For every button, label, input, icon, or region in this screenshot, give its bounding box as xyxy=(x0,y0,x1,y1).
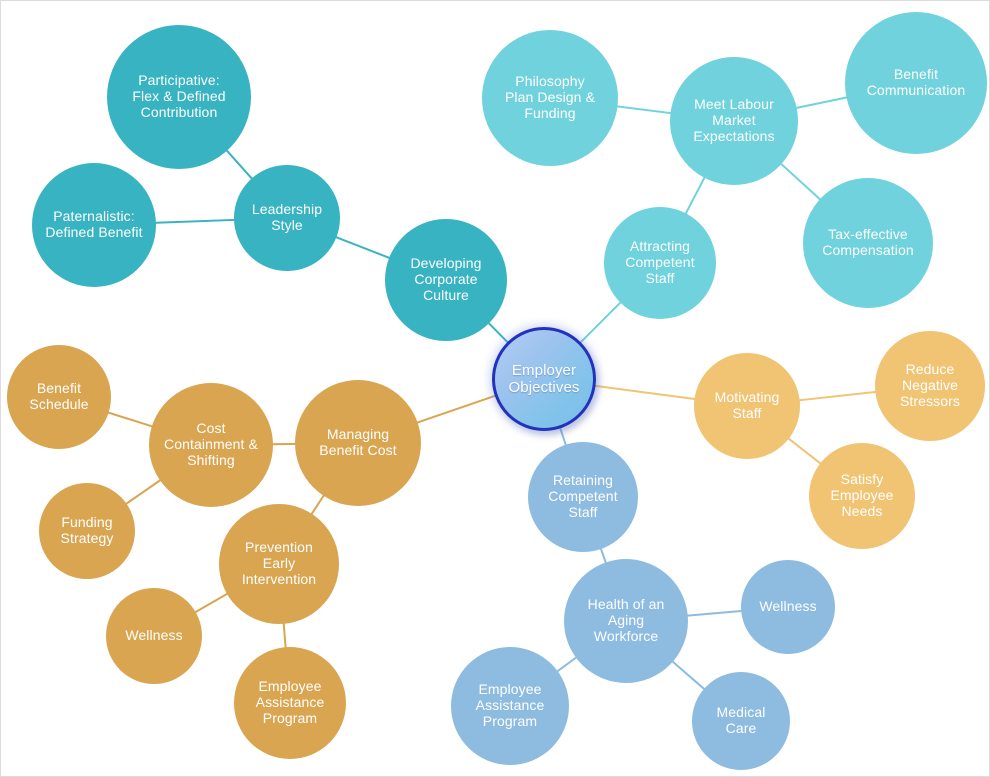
edge-leadership-style-to-participative xyxy=(223,147,255,182)
node-tax-effective-comp[interactable]: Tax-effective Compensation xyxy=(803,178,933,308)
edge-aging-workforce-to-wellness-blue xyxy=(683,609,746,617)
node-label-participative: Participative: Flex & Defined Contributi… xyxy=(132,72,226,120)
edge-prevention-early-to-wellness-orange xyxy=(191,591,231,615)
node-prevention-early[interactable]: Prevention Early Intervention xyxy=(219,504,339,624)
node-dev-corp-culture[interactable]: Developing Corporate Culture xyxy=(385,219,507,341)
edge-motivating-staff-to-reduce-stressors xyxy=(795,390,880,402)
edge-center-to-attracting-staff xyxy=(577,299,624,346)
node-label-leadership-style: Leadership Style xyxy=(251,201,323,233)
edge-center-to-dev-corp-culture xyxy=(485,320,511,346)
node-eap-blue[interactable]: Employee Assistance Program xyxy=(451,647,569,765)
node-label-satisfy-needs: Satisfy Employee Needs xyxy=(830,471,894,519)
edge-aging-workforce-to-eap-blue xyxy=(554,654,580,674)
node-label-medical-care: Medical Care xyxy=(716,704,766,736)
node-attracting-staff[interactable]: Attracting Competent Staff xyxy=(604,207,716,319)
edge-aging-workforce-to-medical-care xyxy=(669,658,708,692)
edge-center-to-managing-benefit-cost xyxy=(413,393,499,425)
node-label-retaining-staff: Retaining Competent Staff xyxy=(548,472,618,520)
node-label-center: Employer Objectives xyxy=(508,361,580,396)
node-label-philosophy-plan: Philosophy Plan Design & Funding xyxy=(504,73,596,121)
node-label-benefit-communication: Benefit Communication xyxy=(866,66,966,98)
node-label-managing-benefit-cost: Managing Benefit Cost xyxy=(319,426,397,458)
node-eap-orange[interactable]: Employee Assistance Program xyxy=(234,647,346,759)
node-benefit-schedule[interactable]: Benefit Schedule xyxy=(7,345,111,449)
node-label-paternalistic: Paternalistic: Defined Benefit xyxy=(45,208,143,240)
node-label-eap-blue: Employee Assistance Program xyxy=(475,681,545,729)
node-aging-workforce[interactable]: Health of an Aging Workforce xyxy=(564,559,688,683)
node-label-wellness-blue: Wellness xyxy=(759,598,817,615)
node-label-meet-labour-market: Meet Labour Market Expectations xyxy=(693,96,775,144)
node-funding-strategy[interactable]: Funding Strategy xyxy=(39,483,135,579)
edge-meet-labour-market-to-benefit-communication xyxy=(792,95,851,110)
edge-managing-benefit-cost-to-prevention-early xyxy=(309,492,327,518)
edge-leadership-style-to-paternalistic xyxy=(151,218,239,224)
node-meet-labour-market[interactable]: Meet Labour Market Expectations xyxy=(670,57,798,185)
node-wellness-orange[interactable]: Wellness xyxy=(106,588,202,684)
node-label-attracting-staff: Attracting Competent Staff xyxy=(625,238,695,286)
edge-cost-containment-to-benefit-schedule xyxy=(104,410,156,429)
node-participative[interactable]: Participative: Flex & Defined Contributi… xyxy=(107,25,251,169)
mind-map-canvas: Employer Objectives Developing Corporate … xyxy=(0,0,990,777)
edge-meet-labour-market-to-philosophy-plan xyxy=(613,105,675,115)
node-motivating-staff[interactable]: Motivating Staff xyxy=(694,353,800,459)
node-label-tax-effective-comp: Tax-effective Compensation xyxy=(822,226,914,258)
node-paternalistic[interactable]: Paternalistic: Defined Benefit xyxy=(32,163,156,287)
edge-center-to-motivating-staff xyxy=(591,384,699,401)
node-managing-benefit-cost[interactable]: Managing Benefit Cost xyxy=(295,380,421,506)
node-label-funding-strategy: Funding Strategy xyxy=(60,514,114,546)
edge-attracting-staff-to-meet-labour-market xyxy=(683,174,707,217)
node-label-prevention-early: Prevention Early Intervention xyxy=(241,539,317,587)
node-philosophy-plan[interactable]: Philosophy Plan Design & Funding xyxy=(482,30,618,166)
edge-motivating-staff-to-satisfy-needs xyxy=(785,435,824,467)
node-label-aging-workforce: Health of an Aging Workforce xyxy=(587,596,665,644)
node-wellness-blue[interactable]: Wellness xyxy=(741,560,835,654)
node-label-reduce-stressors: Reduce Negative Stressors xyxy=(899,361,961,409)
node-benefit-communication[interactable]: Benefit Communication xyxy=(845,12,987,154)
node-reduce-stressors[interactable]: Reduce Negative Stressors xyxy=(875,331,985,441)
edge-cost-containment-to-funding-strategy xyxy=(122,477,164,507)
node-leadership-style[interactable]: Leadership Style xyxy=(234,165,340,271)
edge-dev-corp-culture-to-leadership-style xyxy=(332,235,393,260)
node-label-eap-orange: Employee Assistance Program xyxy=(255,678,325,726)
node-label-dev-corp-culture: Developing Corporate Culture xyxy=(410,255,482,303)
edge-meet-labour-market-to-tax-effective-comp xyxy=(778,161,824,203)
edge-prevention-early-to-eap-orange xyxy=(282,619,287,652)
node-cost-containment[interactable]: Cost Containment & Shifting xyxy=(149,383,273,507)
node-label-wellness-orange: Wellness xyxy=(125,627,183,644)
node-label-benefit-schedule: Benefit Schedule xyxy=(29,380,89,412)
node-satisfy-needs[interactable]: Satisfy Employee Needs xyxy=(809,443,915,549)
node-retaining-staff[interactable]: Retaining Competent Staff xyxy=(528,442,638,552)
node-center[interactable]: Employer Objectives xyxy=(492,327,596,431)
node-label-motivating-staff: Motivating Staff xyxy=(714,389,780,421)
node-medical-care[interactable]: Medical Care xyxy=(692,672,790,770)
node-label-cost-containment: Cost Containment & Shifting xyxy=(164,420,258,468)
